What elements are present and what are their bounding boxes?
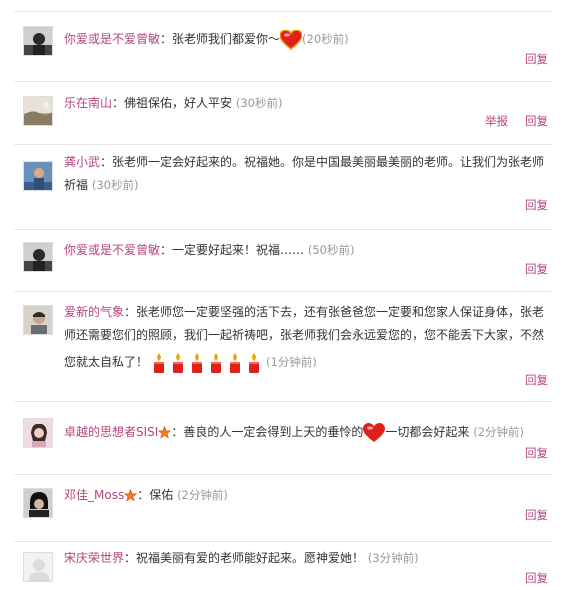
commenter-name[interactable]: 卓越的思想者SISI: [64, 425, 158, 439]
separator: ：: [124, 305, 137, 319]
comment-item: 宋庆荣世界：祝福美丽有爱的老师能好起来。愿神爱她！ (3分钟前) 回复: [14, 541, 552, 590]
comment-body-continued: 您就太自私了！: [64, 355, 149, 369]
star-icon: [158, 426, 172, 439]
comment-item: 龚小武：张老师一定会好起来的。祝福她。你是中国最美丽最美丽的老师。让我们为张老师…: [14, 144, 552, 223]
avatar-photo-icon: [24, 489, 52, 517]
reply-link[interactable]: 回复: [525, 372, 548, 388]
avatar[interactable]: [23, 96, 53, 126]
comment-item: 卓越的思想者SISI ：善良的人一定会得到上天的垂怜的 一切都会好起来 (2分钟前)…: [14, 401, 552, 467]
comment-item: 邓佳_Moss ：保佑 (2分钟前) 回复: [14, 474, 552, 537]
comment-text: 你爱或是不爱曾敏：张老师我们都爱你～ (20秒前): [64, 28, 552, 51]
candle-icon: [249, 352, 260, 373]
comment-text: 邓佳_Moss ：保佑 (2分钟前): [64, 484, 552, 507]
comment-item: 你爱或是不爱曾敏：一定要好起来！祝福…… (50秒前) 回复: [14, 229, 552, 285]
comment-text: 爱新的气象：张老师您一定要坚强的活下去，还有张爸爸您一定要和您家人保证身体，张老…: [64, 301, 552, 374]
timestamp: (2分钟前): [473, 425, 524, 439]
reply-link[interactable]: 回复: [525, 261, 548, 277]
reply-link[interactable]: 回复: [525, 113, 548, 129]
comment-item: 乐在南山：佛祖保佑，好人平安 (30秒前) 举报 回复: [14, 81, 552, 138]
comment-text: 乐在南山：佛祖保佑，好人平安 (30秒前): [64, 92, 552, 115]
reply-link[interactable]: 回复: [525, 570, 548, 586]
separator: ：: [160, 243, 173, 257]
comment-body: 佛祖保佑，好人平安: [124, 96, 233, 110]
comment-body: 一定要好起来！祝福……: [172, 243, 305, 257]
commenter-name[interactable]: 宋庆荣世界: [64, 551, 124, 565]
avatar[interactable]: [23, 161, 53, 191]
commenter-name[interactable]: 你爱或是不爱曾敏: [64, 243, 160, 257]
commenter-name[interactable]: 爱新的气象: [64, 305, 124, 319]
comment-body: 祝福美丽有爱的老师能好起来。愿神爱她！: [136, 551, 365, 565]
avatar-photo-icon: [24, 27, 52, 55]
timestamp: (50秒前): [307, 243, 355, 257]
avatar-landscape-icon: [24, 97, 52, 125]
avatar[interactable]: [23, 418, 53, 448]
avatar[interactable]: [23, 26, 53, 56]
avatar[interactable]: [23, 488, 53, 518]
heart-icon: [280, 29, 303, 50]
comment-body: 善良的人一定会得到上天的垂怜的: [183, 425, 364, 439]
separator: ：: [124, 551, 137, 565]
timestamp: (30秒前): [91, 178, 139, 192]
separator: ：: [160, 32, 173, 46]
reply-link[interactable]: 回复: [525, 51, 548, 67]
avatar[interactable]: [23, 552, 53, 582]
comment-item: 爱新的气象：张老师您一定要坚强的活下去，还有张爸爸您一定要和您家人保证身体，张老…: [14, 291, 552, 395]
comment-text: 你爱或是不爱曾敏：一定要好起来！祝福…… (50秒前): [64, 239, 552, 262]
comment-body-continued: 一切都会好起来: [385, 425, 470, 439]
candle-icon: [230, 352, 241, 373]
timestamp: (1分钟前): [266, 355, 317, 369]
comment-text: 宋庆荣世界：祝福美丽有爱的老师能好起来。愿神爱她！ (3分钟前): [64, 547, 552, 570]
candle-icon: [154, 352, 165, 373]
commenter-name[interactable]: 邓佳_Moss: [64, 488, 124, 502]
timestamp: (3分钟前): [367, 551, 419, 565]
timestamp: (30秒前): [235, 96, 283, 110]
reply-link[interactable]: 回复: [525, 507, 548, 523]
comment-body: 张老师您一定要坚强的活下去，还有张爸爸您一定要和您家人保证身体，张老: [136, 305, 545, 319]
comment-body: 保佑: [149, 488, 174, 502]
comment-body: 张老师我们都爱你～: [172, 32, 281, 46]
default-avatar-icon: [24, 553, 52, 581]
commenter-name[interactable]: 乐在南山: [64, 96, 112, 110]
commenter-name[interactable]: 龚小武: [64, 155, 100, 169]
comment-text: 龚小武：张老师一定会好起来的。祝福她。你是中国最美丽最美丽的老师。让我们为张老师…: [64, 151, 552, 197]
avatar-photo-icon: [24, 243, 52, 271]
report-link[interactable]: 举报: [485, 113, 508, 129]
reply-link[interactable]: 回复: [525, 445, 548, 461]
comment-body-continued: 师还需要您们的照顾，我们一起祈祷吧，张老师我们会永远爱您的，您不能丢下大家，不然: [64, 328, 545, 342]
star-icon: [124, 489, 138, 502]
timestamp: (20秒前): [302, 32, 349, 46]
comment-item: 你爱或是不爱曾敏：张老师我们都爱你～ (20秒前) 回复: [14, 11, 552, 70]
timestamp: (2分钟前): [177, 488, 228, 502]
avatar-photo-icon: [24, 162, 52, 190]
separator: ：: [112, 96, 125, 110]
comment-body-continued: 祈福: [64, 178, 89, 192]
heart-icon: [363, 422, 386, 442]
candle-icon: [173, 352, 184, 373]
candle-icon: [192, 352, 203, 373]
avatar[interactable]: [23, 242, 53, 272]
separator: ：: [171, 425, 184, 439]
reply-link[interactable]: 回复: [525, 197, 548, 213]
avatar[interactable]: [23, 305, 53, 335]
avatar-photo-icon: [24, 306, 52, 334]
avatar-photo-icon: [24, 419, 52, 447]
separator: ：: [137, 488, 150, 502]
commenter-name[interactable]: 你爱或是不爱曾敏: [64, 32, 160, 46]
candle-icon: [211, 352, 222, 373]
comment-text: 卓越的思想者SISI ：善良的人一定会得到上天的垂怜的 一切都会好起来 (2分钟前): [64, 421, 552, 444]
separator: ：: [100, 155, 113, 169]
candle-group: [152, 351, 266, 374]
comment-body: 张老师一定会好起来的。祝福她。你是中国最美丽最美丽的老师。让我们为张老师: [112, 155, 545, 169]
comment-list: 你爱或是不爱曾敏：张老师我们都爱你～ (20秒前) 回复 乐在南山：佛祖保佑，好人…: [0, 0, 566, 590]
